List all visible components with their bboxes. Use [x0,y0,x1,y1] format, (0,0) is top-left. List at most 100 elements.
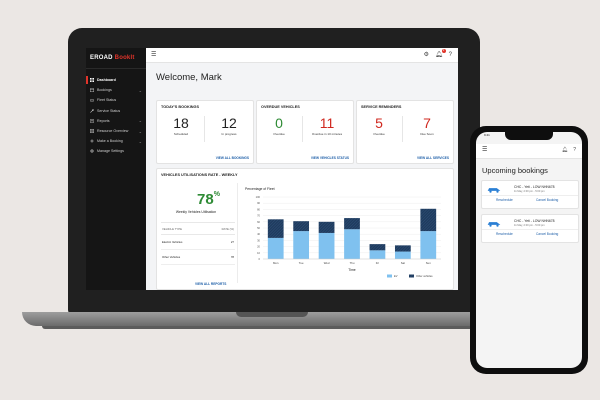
x-tick-label: Fri [376,261,380,265]
todays-bookings-card: TODAY'S BOOKINGS 18 Scheduled 12 In prog… [156,100,254,164]
y-tick-label: 90 [257,201,260,205]
sidebar-item-make-a-booking[interactable]: Make a Booking ⌄ [86,136,146,146]
stat-due-soon: 7 Due Soon [409,116,445,137]
y-tick-label: 20 [257,245,260,249]
divider [482,229,578,230]
divider [402,116,403,142]
bar-other-vehicles [420,208,437,232]
brand-name: EROAD [90,55,113,61]
table-row: Other Vehicles 78 [161,249,235,265]
divider [302,116,303,142]
settings-icon[interactable]: ⚙ [424,51,429,59]
stat-label: Overdue in 10 minutes [311,132,343,136]
bar-other-vehicles [369,244,386,251]
booking-vehicle: CHC - Yeti - LOW NHN678 [514,185,555,189]
view-all-reports-link[interactable]: VIEW ALL REPORTS [195,282,226,286]
sidebar-nav: Dashboard Bookings ⌄ Fleet Status Servic… [86,75,146,157]
booking-vehicle: CHC - Yeti - LOW NHN678 [514,219,555,223]
phone-screen: 9:41 ☰ 🔔︎ ? Upcoming bookings CHC - Yeti… [476,132,582,368]
stat-value: 18 [173,115,189,131]
bar-other-vehicles [394,245,411,252]
chevron-down-icon: ⌄ [138,128,142,134]
stat-value: 11 [319,115,335,131]
y-tick-label: 70 [257,214,260,218]
laptop-notch [236,312,308,317]
view-all-bookings-link[interactable]: VIEW ALL BOOKINGS [216,156,249,160]
chevron-down-icon: ⌄ [138,138,142,144]
laptop-screen: EROAD BookIt Dashboard Bookings ⌄ Fleet … [86,48,458,290]
bar-ev [344,229,360,259]
sidebar-item-label: Manage Settings [97,149,124,154]
stat-in-progress: 12 In progress [211,116,247,137]
topbar: ☰ ⚙ 🔔︎ 2 ? [146,48,458,63]
booking-date: 11 May, 2:00 pm - 5:00 pm [514,190,545,193]
utilisation-chart: Percentage of Fleet 0 10 20 30 40 50 60 70 80 90 10… [245,187,441,278]
stat-label: Overdue [273,132,285,136]
bar-ev [420,231,437,259]
table-header-row: VEHICLE TYPE RATE (%) [161,222,235,235]
bar-ev [267,237,284,259]
stat-value: 0 [275,115,283,131]
cancel-booking-button[interactable]: Cancel Booking [536,232,558,236]
menu-icon[interactable]: ☰ [482,147,487,153]
x-tick-label: Mon [273,261,279,265]
menu-icon[interactable]: ☰ [151,52,156,58]
sidebar-item-bookings[interactable]: Bookings ⌄ [86,85,146,95]
divider [482,195,578,196]
stat-value: 12 [221,115,237,131]
brand-logo[interactable]: EROAD BookIt [86,48,146,69]
sidebar-item-label: Reports [97,118,110,123]
stat-service-overdue: 5 Overdue [363,116,395,137]
topbar-icons: ⚙ 🔔︎ 2 ? [424,49,452,59]
notification-bell-icon[interactable]: 🔔︎ 2 [435,49,446,59]
divider [204,116,205,142]
legend-label: EV [394,274,398,278]
service-reminders-card: SERVICE REMINDERS 5 Overdue 7 Due Soon V… [356,100,454,164]
help-icon[interactable]: ? [449,51,452,59]
sidebar-item-label: Make a Booking [97,139,123,144]
reschedule-button[interactable]: Reschedule [496,232,513,236]
x-tick-label: Wed [324,261,330,265]
legend-swatch [409,274,414,278]
card-title: VEHICLES UTILISATIONS RATE - WEEKLY [161,173,238,177]
sidebar-item-service-status[interactable]: Service Status [86,106,146,116]
sidebar-item-reports[interactable]: Reports ⌄ [86,116,146,126]
chevron-down-icon: ⌄ [138,87,142,93]
view-all-services-link[interactable]: VIEW ALL SERVICES [417,156,449,160]
column-header: RATE (%) [206,222,235,235]
percent-sign: % [213,191,220,198]
notification-bell-icon[interactable]: 🔔︎ [562,147,568,153]
sidebar-item-resource-overview[interactable]: Resource Overview ⌄ [86,126,146,136]
overdue-vehicles-card: OVERDUE VEHICLES 0 Overdue 11 Overdue in… [256,100,354,164]
sidebar-item-label: Fleet Status [97,98,117,103]
utilisation-card: VEHICLES UTILISATIONS RATE - WEEKLY 78% … [156,168,454,290]
page-title: Welcome, Mark [156,72,222,83]
y-tick-label: 30 [257,238,260,242]
sidebar-item-dashboard[interactable]: Dashboard [86,75,146,85]
calendar-icon [90,88,94,93]
help-icon[interactable]: ? [573,147,576,153]
reschedule-button[interactable]: Reschedule [496,198,513,202]
sidebar-item-fleet-status[interactable]: Fleet Status [86,95,146,105]
y-tick-label: 60 [257,220,260,224]
sidebar-item-manage-settings[interactable]: Manage Settings [86,146,146,156]
vehicle-rate: 27 [206,234,235,250]
bar-other-vehicles [293,221,310,232]
x-tick-label: Sun [426,261,431,265]
x-tick-label: Sat [401,261,405,265]
report-icon [90,118,94,123]
grid-icon [90,129,94,134]
sidebar-item-label: Bookings [97,88,112,93]
bar-other-vehicles [267,219,284,238]
upcoming-bookings-title: Upcoming bookings [482,166,548,175]
stat-scheduled: 18 Scheduled [165,116,197,137]
car-icon [487,222,501,227]
bar-ev [293,231,310,259]
booking-card: CHC - Yeti - LOW NHN678 11 May, 2:00 pm … [481,214,579,243]
notification-badge: 2 [441,49,446,53]
cancel-booking-button[interactable]: Cancel Booking [536,198,558,202]
view-vehicles-status-link[interactable]: VIEW VEHICLES STATUS [311,156,349,160]
utilisation-percent: 78% [197,191,220,208]
y-axis-label: Percentage of Fleet [245,187,275,191]
y-tick-label: 0 [259,257,261,261]
